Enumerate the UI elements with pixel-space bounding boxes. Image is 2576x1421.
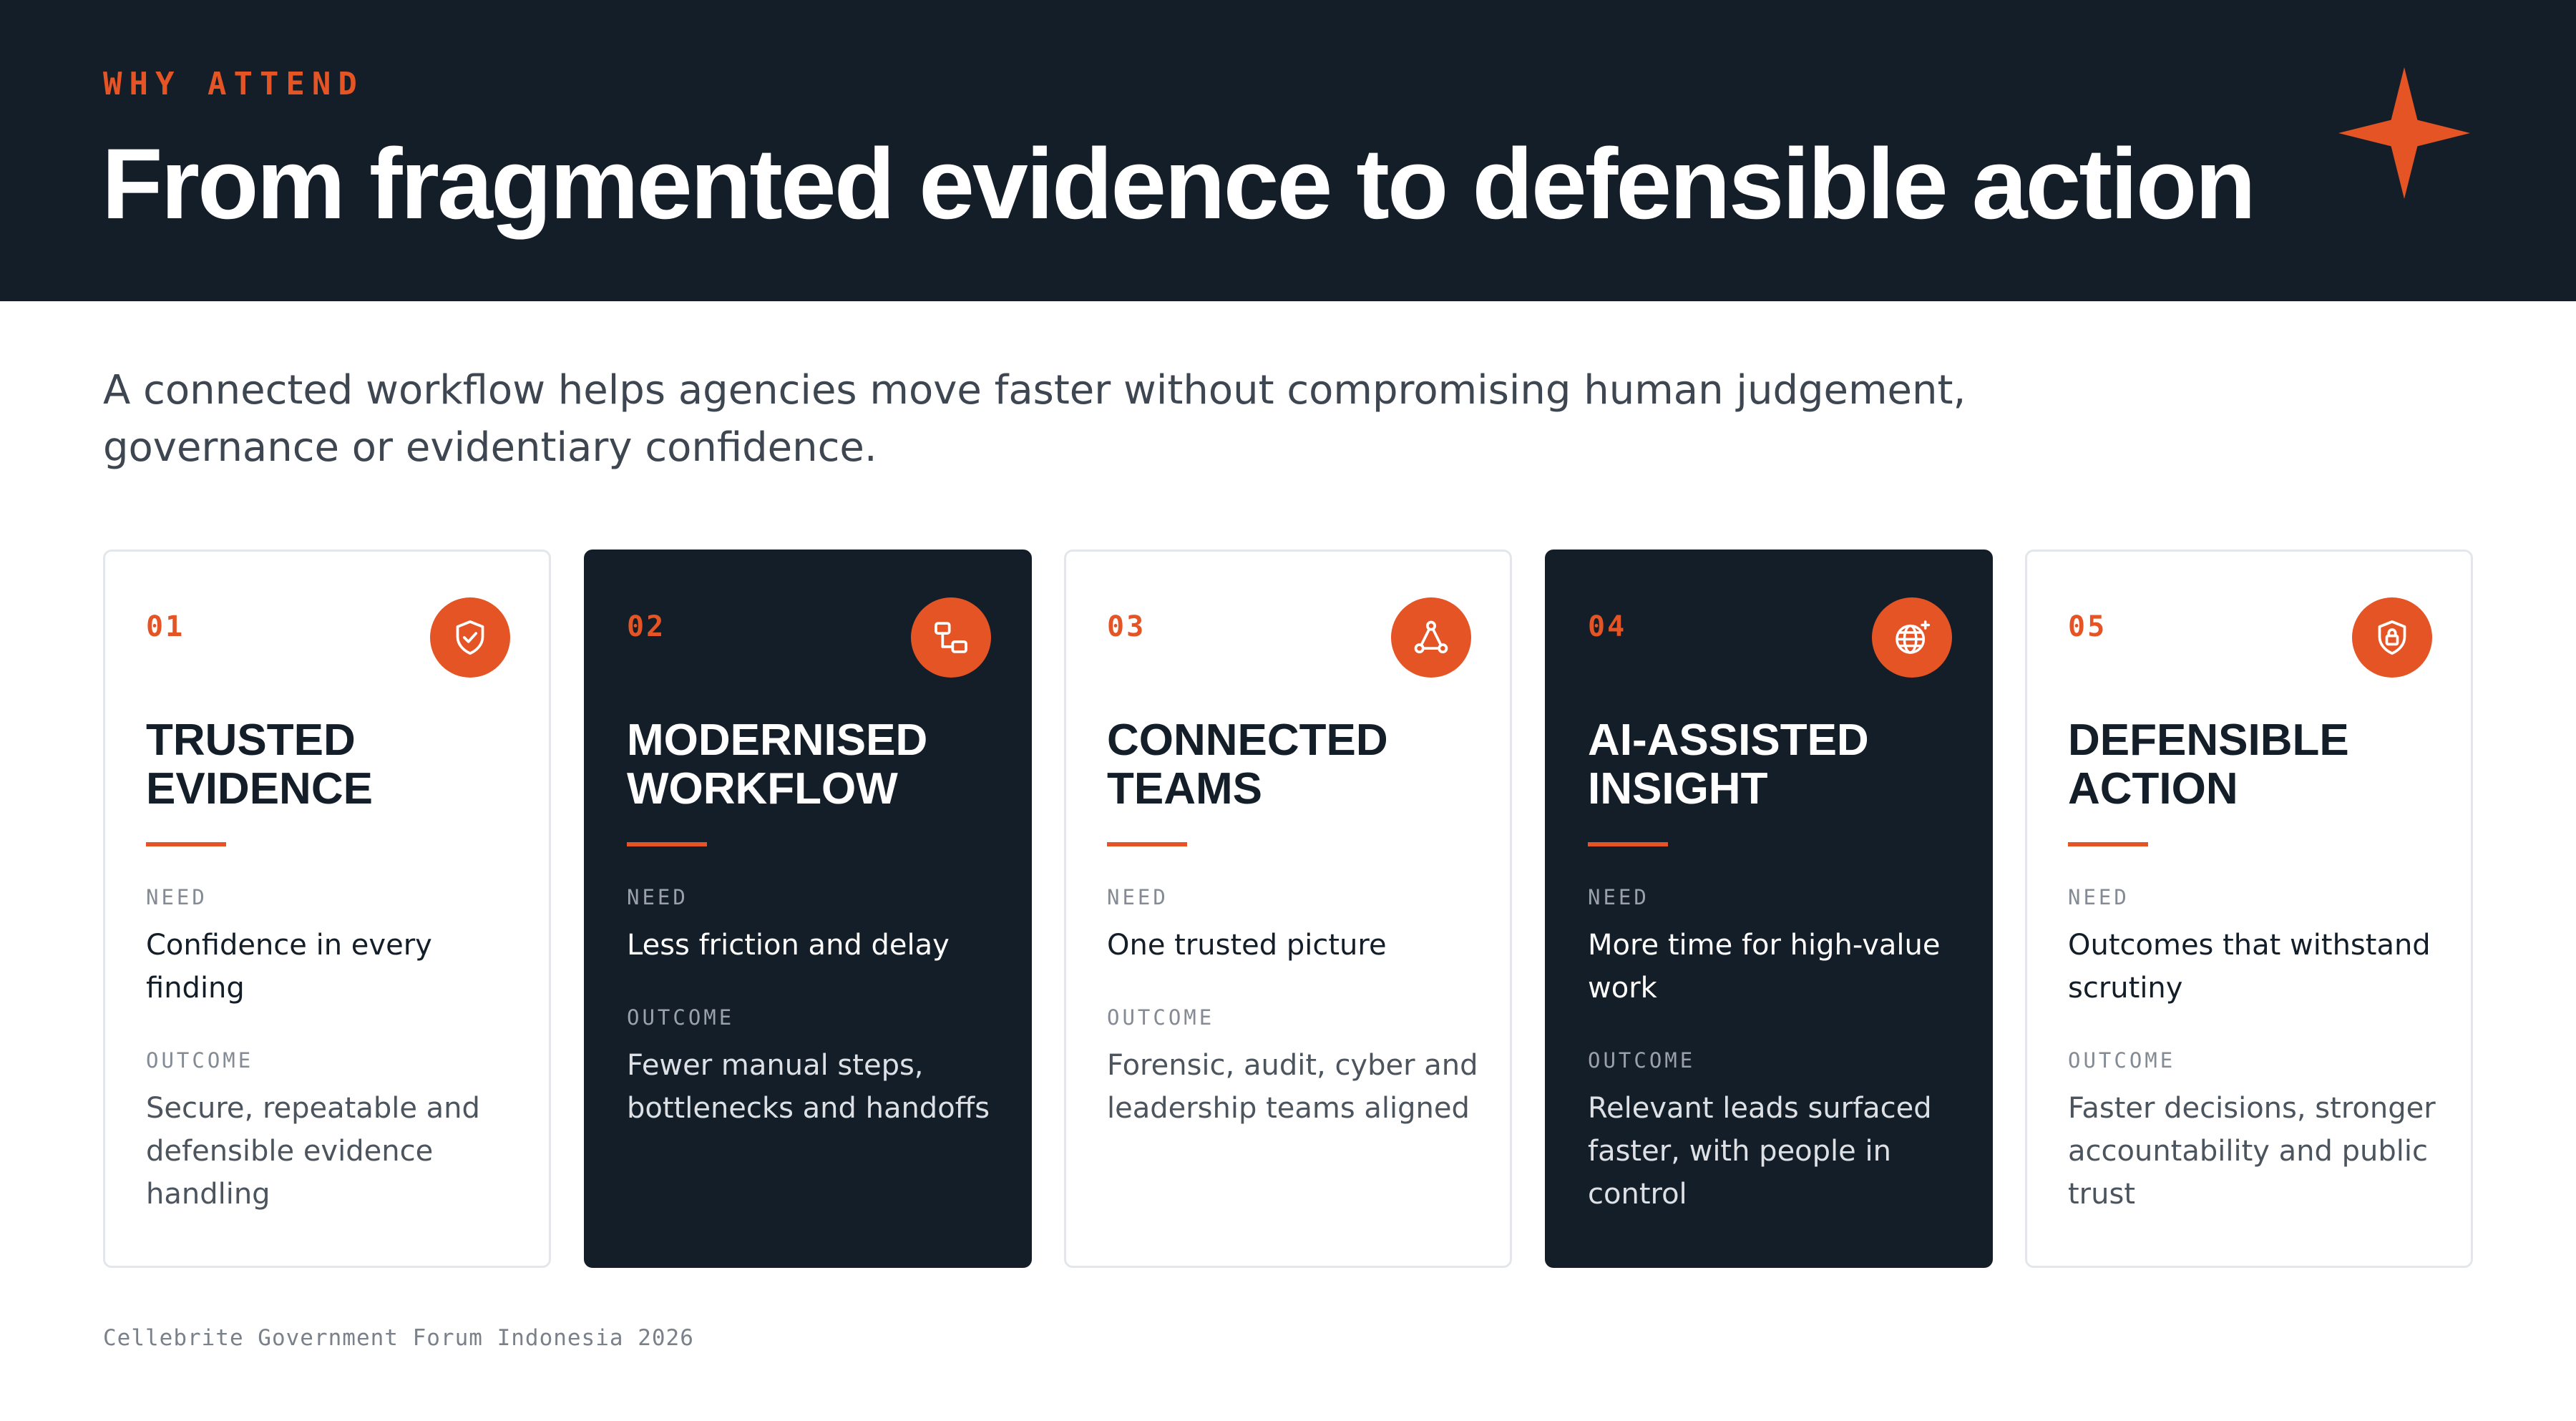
accent-divider (1588, 842, 1668, 846)
card-trusted-evidence: 01 TRUSTED EVIDENCE NEED Confidence in e… (103, 550, 551, 1268)
card-ai-assisted-insight: 04 AI-ASSISTED INSIGHT NEED More time fo… (1545, 550, 1993, 1268)
need-text: Outcomes that withstand scrutiny (2068, 929, 2431, 1005)
card-number: 03 (1107, 610, 1146, 643)
card-title-line1: TRUSTED (146, 716, 356, 765)
eyebrow-label: WHY ATTEND (103, 66, 364, 102)
card-title-line1: MODERNISED (627, 716, 928, 765)
card-title-line2: EVIDENCE (146, 764, 373, 814)
shield-check-icon (456, 620, 484, 655)
card-title-line1: DEFENSIBLE (2068, 716, 2349, 765)
outcome-label: OUTCOME (1107, 1005, 1215, 1030)
card-connected-teams: 03 CONNECTED TEAMS NEED One trusted pict… (1064, 550, 1512, 1268)
need-text: Less friction and delay (627, 929, 950, 962)
need-label: NEED (146, 885, 208, 909)
card-title: DEFENSIBLE ACTION (2068, 716, 2454, 814)
card-title-line1: AI-ASSISTED (1588, 716, 1869, 765)
card-icon-badge (430, 597, 510, 678)
need-text: Confidence in every finding (146, 929, 432, 1005)
card-number: 01 (146, 610, 185, 643)
page-title: From fragmented evidence to defensible a… (102, 127, 2256, 240)
card-body: NEED Outcomes that withstand scrutiny OU… (2068, 885, 2454, 1216)
card-number: 05 (2068, 610, 2107, 643)
card-title-line2: TEAMS (1107, 764, 1262, 814)
card-title-line2: WORKFLOW (627, 764, 898, 814)
outcome-label: OUTCOME (2068, 1048, 2176, 1073)
card-body: NEED Less friction and delay OUTCOME Few… (627, 885, 1013, 1130)
card-icon-badge (1391, 597, 1471, 678)
accent-divider (1107, 842, 1187, 846)
card-body: NEED More time for high-value work OUTCO… (1588, 885, 1974, 1216)
need-label: NEED (627, 885, 688, 909)
card-title: MODERNISED WORKFLOW (627, 716, 1013, 814)
card-body: NEED Confidence in every finding OUTCOME… (146, 885, 532, 1216)
shield-lock-icon (2378, 620, 2406, 655)
outcome-text: Fewer manual steps, bottlenecks and hand… (627, 1049, 990, 1125)
accent-divider (2068, 842, 2148, 846)
outcome-label: OUTCOME (627, 1005, 735, 1030)
card-title-line1: CONNECTED (1107, 716, 1388, 765)
card-title: TRUSTED EVIDENCE (146, 716, 532, 814)
need-label: NEED (1107, 885, 1169, 909)
card-title: CONNECTED TEAMS (1107, 716, 1493, 814)
card-number: 02 (627, 610, 666, 643)
network-triangle-icon (1414, 620, 1448, 654)
card-title: AI-ASSISTED INSIGHT (1588, 716, 1974, 814)
outcome-label: OUTCOME (1588, 1048, 1696, 1073)
need-text: One trusted picture (1107, 929, 1387, 962)
need-label: NEED (2068, 885, 2129, 909)
header-band: WHY ATTEND From fragmented evidence to d… (0, 0, 2576, 301)
card-icon-badge (1872, 597, 1952, 678)
workflow-blocks-icon (935, 622, 967, 653)
outcome-text: Relevant leads surfaced faster, with peo… (1588, 1092, 1932, 1211)
card-icon-badge (911, 597, 991, 678)
card-modernised-workflow: 02 MODERNISED WORKFLOW NEED Less frictio… (584, 550, 1032, 1268)
need-label: NEED (1588, 885, 1649, 909)
card-title-line2: INSIGHT (1588, 764, 1768, 814)
page-subtitle: A connected workflow helps agencies move… (103, 367, 1966, 471)
card-title-line2: ACTION (2068, 764, 2238, 814)
card-icon-badge (2352, 597, 2432, 678)
outcome-text: Secure, repeatable and defensible eviden… (146, 1092, 480, 1211)
four-point-star-icon (2338, 67, 2470, 199)
need-text: More time for high-value work (1588, 929, 1941, 1005)
accent-divider (627, 842, 707, 846)
card-defensible-action: 05 DEFENSIBLE ACTION NEED Outcomes that … (2025, 550, 2473, 1268)
outcome-text: Forensic, audit, cyber and leadership te… (1107, 1049, 1478, 1125)
outcome-label: OUTCOME (146, 1048, 254, 1073)
card-number: 04 (1588, 610, 1627, 643)
footer-event-name: Cellebrite Government Forum Indonesia 20… (103, 1325, 694, 1351)
outcome-text: Faster decisions, stronger accountabilit… (2068, 1092, 2436, 1211)
accent-divider (146, 842, 226, 846)
globe-sparkle-icon (1896, 620, 1931, 654)
card-body: NEED One trusted picture OUTCOME Forensi… (1107, 885, 1493, 1130)
